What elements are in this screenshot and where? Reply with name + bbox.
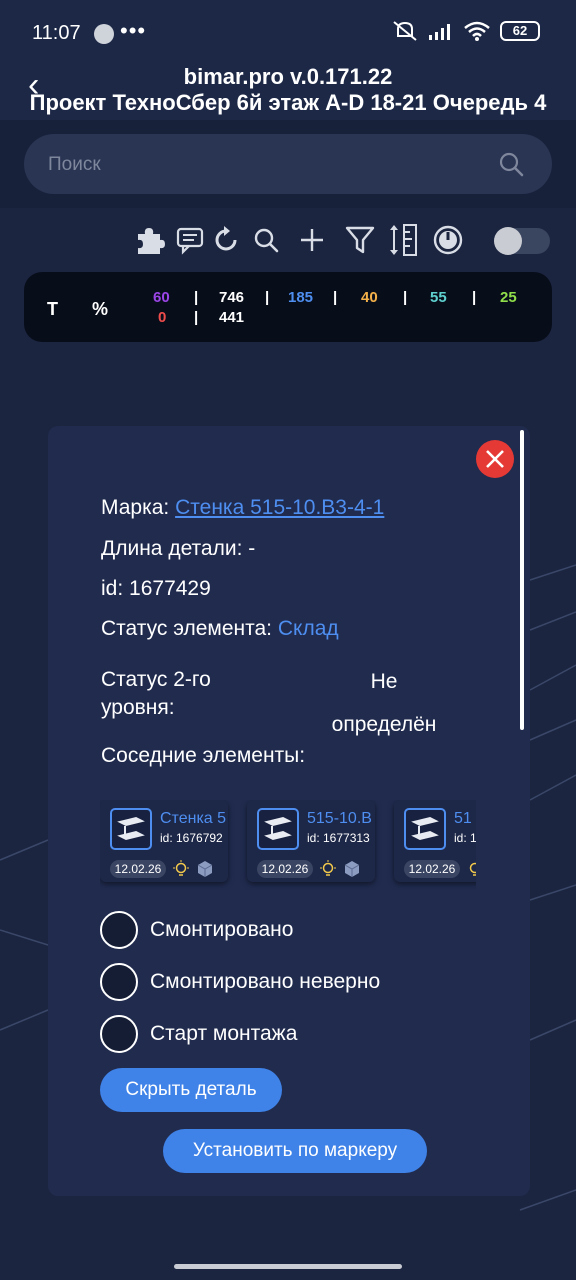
view-toggle[interactable]	[494, 227, 550, 255]
id-label: id:	[101, 577, 124, 600]
status2-label-line2: уровня:	[101, 696, 175, 719]
set-by-marker-button[interactable]: Установить по маркеру	[163, 1129, 427, 1173]
neighbor-id: id: 1676792	[160, 831, 223, 845]
option-label: Смонтировано неверно	[150, 970, 381, 993]
status2-label-line1: Статус 2-го	[101, 668, 211, 691]
option-label: Старт монтажа	[150, 1022, 298, 1045]
status2-value-line1: Не	[370, 670, 398, 693]
length-label: Длина детали:	[101, 537, 243, 560]
toolbar	[0, 218, 576, 262]
battery-indicator: 62	[500, 21, 540, 41]
search-icon[interactable]	[498, 151, 524, 177]
neighbor-date: 12.02.26	[110, 860, 166, 878]
cube-icon	[197, 861, 213, 877]
stats-separator: |	[194, 289, 199, 306]
neighbor-card[interactable]: 515-10.В id: 1677313 12.02.26	[247, 800, 375, 882]
wifi-icon	[464, 21, 490, 41]
stats-separator: |	[265, 289, 270, 306]
comment-icon[interactable]	[172, 222, 208, 258]
status2-label: Статус 2-го уровня:	[101, 666, 211, 722]
neighbor-title: 515-10.В	[307, 810, 372, 827]
stats-separator: |	[194, 309, 199, 326]
lightbulb-icon	[469, 862, 476, 876]
option-label: Смонтировано	[150, 918, 294, 941]
toggle-knob	[494, 227, 522, 255]
close-button[interactable]	[476, 440, 514, 478]
radio-button[interactable]	[100, 963, 138, 1001]
lightbulb-icon	[173, 860, 189, 876]
neighbor-id: id: 1677313	[307, 831, 370, 845]
stats-green-value: 25	[500, 289, 517, 306]
neighbor-card[interactable]: Стенка 5 id: 1676792 12.02.26	[100, 800, 228, 882]
search-bar-area	[0, 120, 576, 208]
plus-icon[interactable]	[294, 222, 330, 258]
lightbulb-icon	[320, 860, 336, 876]
status2-value: Не определён	[300, 660, 468, 746]
beam-icon	[257, 808, 299, 850]
mark-link[interactable]: Стенка 515-10.В3-4-1	[175, 496, 384, 519]
stats-separator: |	[403, 289, 408, 306]
power-icon[interactable]	[430, 222, 466, 258]
mark-label: Марка:	[101, 496, 170, 519]
stats-violet-value: 60	[153, 289, 170, 306]
app-header: ‹ bimar.pro v.0.171.22 Проект ТехноСбер …	[0, 62, 576, 120]
status-time: 11:07	[32, 22, 81, 44]
neighbor-date: 12.02.26	[404, 860, 460, 878]
neighbor-cards: Стенка 5 id: 1676792 12.02.26 515-10.В i…	[100, 800, 476, 890]
hide-detail-button[interactable]: Скрыть деталь	[100, 1068, 282, 1112]
stats-total-bottom: 441	[219, 309, 245, 326]
stats-separator: |	[472, 289, 477, 306]
app-title: bimar.pro v.0.171.22	[183, 64, 393, 89]
search-box[interactable]	[24, 134, 552, 194]
panel-scrollbar[interactable]	[520, 430, 524, 730]
mark-row: Марка: Стенка 515-10.В3-4-1	[101, 496, 384, 520]
neighbor-title: Стенка 5	[160, 810, 227, 827]
beam-icon	[110, 808, 152, 850]
status2-value-line2: определён	[331, 713, 437, 736]
neighbor-title: 51	[454, 810, 472, 827]
ruler-sort-icon[interactable]	[386, 222, 422, 258]
neighbor-card[interactable]: 51 id: 1 12.02.26	[394, 800, 476, 882]
stats-teal-value: 55	[430, 289, 447, 306]
refresh-icon[interactable]	[208, 222, 244, 258]
mute-icon	[393, 21, 417, 41]
gesture-nav-bar[interactable]	[174, 1264, 402, 1269]
project-title: Проект ТехноСбер 6й этаж A-D 18-21 Очере…	[29, 90, 547, 115]
stats-total-top: 746	[219, 289, 245, 306]
search-input[interactable]	[48, 152, 468, 178]
filter-icon[interactable]	[342, 222, 378, 258]
more-notifications-icon: •••	[120, 18, 147, 43]
length-row: Длина детали: -	[101, 537, 255, 561]
close-icon	[486, 450, 504, 468]
stats-orange-value: 40	[361, 289, 378, 306]
status-value: Склад	[277, 617, 339, 640]
zoom-search-icon[interactable]	[248, 222, 284, 258]
neighbors-label: Соседние элементы:	[101, 744, 306, 767]
stats-panel: T % 60 0 | | 746 441 | 185 | 40 | 55 | 2…	[24, 272, 552, 342]
status-indicators: 62	[392, 20, 540, 42]
neighbor-id: id: 1	[454, 831, 476, 845]
neighbor-date: 12.02.26	[257, 860, 313, 878]
status-label: Статус элемента:	[101, 617, 273, 640]
status-bar: 11:07 ••• 62	[0, 0, 576, 62]
status-row: Статус элемента: Склад	[101, 617, 339, 641]
radio-button[interactable]	[100, 1015, 138, 1053]
id-row: id: 1677429	[101, 577, 211, 601]
stats-percent-label: %	[92, 299, 109, 319]
id-value: 1677429	[129, 577, 211, 600]
stats-red-value: 0	[158, 309, 167, 326]
radio-button[interactable]	[100, 911, 138, 949]
signal-icon	[429, 24, 450, 40]
length-value: -	[248, 537, 256, 560]
cube-icon	[344, 861, 360, 877]
stats-separator: |	[333, 289, 338, 306]
puzzle-icon[interactable]	[132, 222, 168, 258]
app-notification-icon	[94, 24, 114, 44]
stats-t-label: T	[47, 299, 58, 319]
stats-blue-value: 185	[288, 289, 314, 306]
beam-icon	[404, 808, 446, 850]
